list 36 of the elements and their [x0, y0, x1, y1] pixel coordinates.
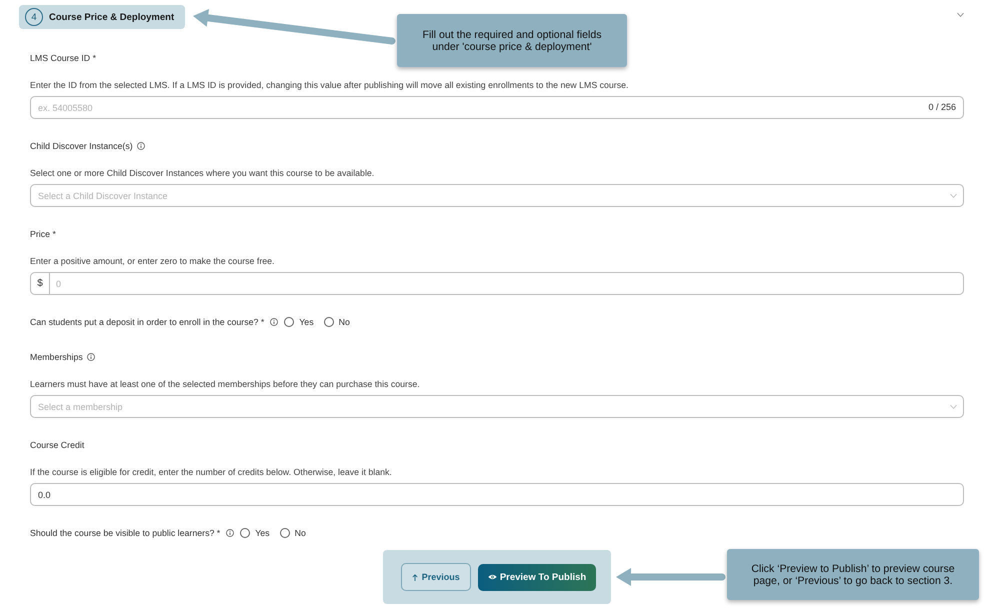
field-label: Child Discover Instance(s)	[30, 140, 133, 152]
radio-option[interactable]: Yes	[240, 528, 270, 538]
radio-button[interactable]	[280, 528, 290, 538]
field-label: Memberships	[30, 351, 83, 363]
arrow-up-icon	[412, 574, 418, 580]
radio-option[interactable]: No	[280, 528, 306, 538]
dropdown-field[interactable]: Select a Child Discover Instance	[30, 184, 964, 207]
step-number: 4	[25, 8, 43, 26]
currency-prefix: $	[30, 272, 50, 295]
chevron-down-icon[interactable]	[957, 13, 964, 17]
field-label: Course Credit	[30, 439, 84, 451]
radio-option[interactable]: Yes	[284, 317, 314, 327]
previous-button[interactable]: Previous	[400, 563, 471, 591]
field-description: Learners must have at least one of the selected memberships before they can purchase this course.	[30, 378, 421, 390]
field-description: Select one or more Child Discover Instances where you want this course to be available.	[30, 167, 376, 179]
section-header[interactable]: 4 Course Price & Deployment	[19, 5, 186, 29]
annotation-callout: Click ‘Preview to Publish’ to preview course page, or ‘Previous’ to go back to section 3.	[727, 549, 979, 600]
field-description: Enter the ID from the selected LMS. If a LMS ID is provided, changing this value after publishing will move all existing enrollments to the new LMS course.	[30, 79, 630, 91]
eye-icon	[488, 574, 497, 580]
preview-button[interactable]: Preview To Publish	[478, 564, 596, 590]
dropdown-field[interactable]: Select a membership	[30, 395, 964, 418]
radio-option[interactable]: No	[324, 317, 350, 327]
annotation-callout: Fill out the required and optional fields under 'course price & deployment'	[397, 14, 627, 67]
input-field[interactable]: 0.0	[30, 483, 964, 506]
character-counter: 0 / 256	[928, 101, 956, 114]
radio-button[interactable]	[324, 317, 334, 327]
field-description: Enter a positive amount, or enter zero to make the course free.	[30, 255, 276, 267]
field-label: Price *	[30, 228, 56, 240]
radio-button[interactable]	[240, 528, 250, 538]
radio-button[interactable]	[284, 317, 294, 327]
section-title: Course Price & Deployment	[49, 12, 174, 22]
question-label: Can students put a deposit in order to enroll in the course? *	[30, 316, 264, 328]
price-input-field[interactable]: 0	[50, 272, 964, 295]
question-label: Should the course be visible to public learners? *	[30, 527, 220, 539]
field-description: If the course is eligible for credit, enter the number of credits below. Otherwise, leave it blank.	[30, 466, 393, 478]
field-label: LMS Course ID *	[30, 52, 96, 64]
